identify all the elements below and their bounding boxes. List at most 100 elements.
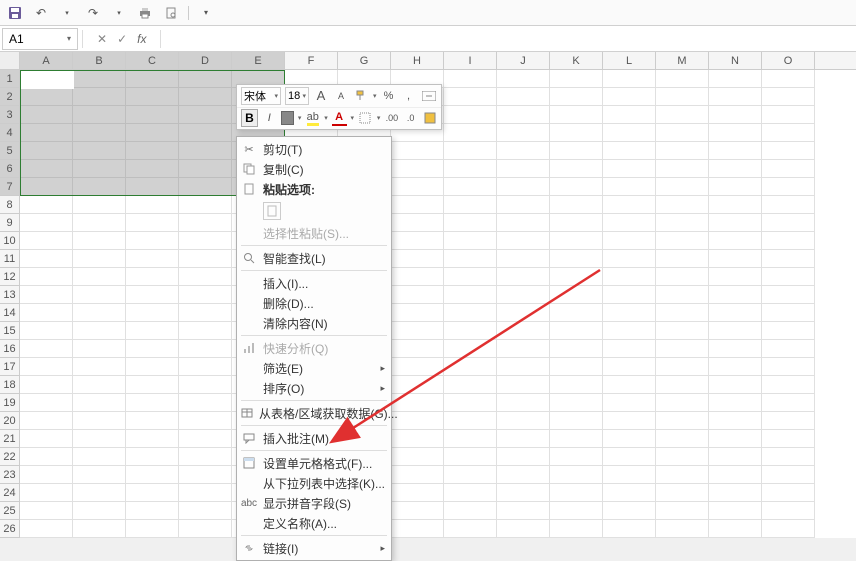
highlight-icon[interactable]: ab [305,110,320,126]
cell[interactable] [444,70,497,88]
cell[interactable] [656,520,709,538]
menu-format-cells[interactable]: 设置单元格格式(F)... [237,453,391,473]
cell[interactable] [73,286,126,304]
cell[interactable] [179,88,232,106]
cell[interactable] [179,304,232,322]
row-header[interactable]: 22 [0,448,20,466]
cell[interactable] [550,358,603,376]
cell[interactable] [73,376,126,394]
redo-dropdown-icon[interactable]: ▾ [110,4,128,22]
row-header[interactable]: 10 [0,232,20,250]
cell[interactable] [20,430,73,448]
cell[interactable] [179,142,232,160]
cell[interactable] [20,160,73,178]
cell[interactable] [391,484,444,502]
cell[interactable] [126,160,179,178]
decrease-font-icon[interactable]: A [333,88,349,104]
cell[interactable] [762,448,815,466]
cell[interactable] [73,70,126,88]
cell[interactable] [73,196,126,214]
decimal-decrease-icon[interactable]: .00 [384,110,399,126]
cell[interactable] [550,70,603,88]
menu-hyperlink[interactable]: 链接(I) ▸ [237,538,391,558]
column-header[interactable]: J [497,52,550,69]
cell[interactable] [603,196,656,214]
cell[interactable] [179,268,232,286]
cell[interactable] [656,70,709,88]
menu-pick-from-list[interactable]: 从下拉列表中选择(K)... [237,473,391,493]
cell[interactable] [762,250,815,268]
cell[interactable] [550,520,603,538]
cell[interactable] [709,502,762,520]
row-header[interactable]: 11 [0,250,20,268]
cell[interactable] [603,322,656,340]
menu-define-name[interactable]: 定义名称(A)... [237,513,391,533]
cell[interactable] [391,376,444,394]
cell[interactable] [444,106,497,124]
cell[interactable] [20,268,73,286]
row-header[interactable]: 18 [0,376,20,394]
cell[interactable] [762,358,815,376]
cell[interactable] [550,340,603,358]
cell[interactable] [20,142,73,160]
cell[interactable] [126,304,179,322]
cell[interactable] [444,124,497,142]
column-header[interactable]: H [391,52,444,69]
cell[interactable] [497,484,550,502]
column-header[interactable]: N [709,52,762,69]
undo-dropdown-icon[interactable]: ▾ [58,4,76,22]
chevron-down-icon[interactable]: ▾ [351,114,355,122]
fill-color-swatch[interactable] [281,111,294,125]
cell[interactable] [656,232,709,250]
cell[interactable] [73,466,126,484]
cell[interactable] [126,196,179,214]
cell[interactable] [709,268,762,286]
cell[interactable] [656,286,709,304]
cell[interactable] [550,124,603,142]
cell[interactable] [550,448,603,466]
cell[interactable] [444,430,497,448]
italic-button[interactable]: I [262,110,277,126]
cell[interactable] [497,124,550,142]
cell[interactable] [656,142,709,160]
cell[interactable] [762,502,815,520]
cell[interactable] [126,394,179,412]
row-header[interactable]: 13 [0,286,20,304]
row-header[interactable]: 14 [0,304,20,322]
cell[interactable] [126,358,179,376]
cell[interactable] [73,304,126,322]
cell[interactable] [179,448,232,466]
cell[interactable] [20,394,73,412]
row-header[interactable]: 7 [0,178,20,196]
cell[interactable] [73,502,126,520]
cell[interactable] [391,466,444,484]
column-header[interactable]: A [20,52,73,69]
cell[interactable] [603,268,656,286]
cell[interactable] [126,106,179,124]
cell[interactable] [550,232,603,250]
column-header[interactable]: F [285,52,338,69]
cell[interactable] [762,466,815,484]
cell[interactable] [762,340,815,358]
row-header[interactable]: 8 [0,196,20,214]
row-header[interactable]: 5 [0,142,20,160]
cell[interactable] [709,106,762,124]
comma-icon[interactable]: , [401,88,417,104]
cell[interactable] [20,232,73,250]
cell[interactable] [444,520,497,538]
cell[interactable] [20,340,73,358]
cell[interactable] [709,340,762,358]
cell[interactable] [656,178,709,196]
cell[interactable] [391,340,444,358]
bold-button[interactable]: B [241,109,258,127]
cell[interactable] [126,88,179,106]
cell[interactable] [20,304,73,322]
cell[interactable] [762,214,815,232]
menu-delete[interactable]: 删除(D)... [237,293,391,313]
cell[interactable] [656,358,709,376]
cell[interactable] [550,88,603,106]
cell[interactable] [709,394,762,412]
font-size-selector[interactable]: 18 ▾ [285,87,309,105]
cell[interactable] [179,340,232,358]
menu-show-phonetic[interactable]: abc 显示拼音字段(S) [237,493,391,513]
